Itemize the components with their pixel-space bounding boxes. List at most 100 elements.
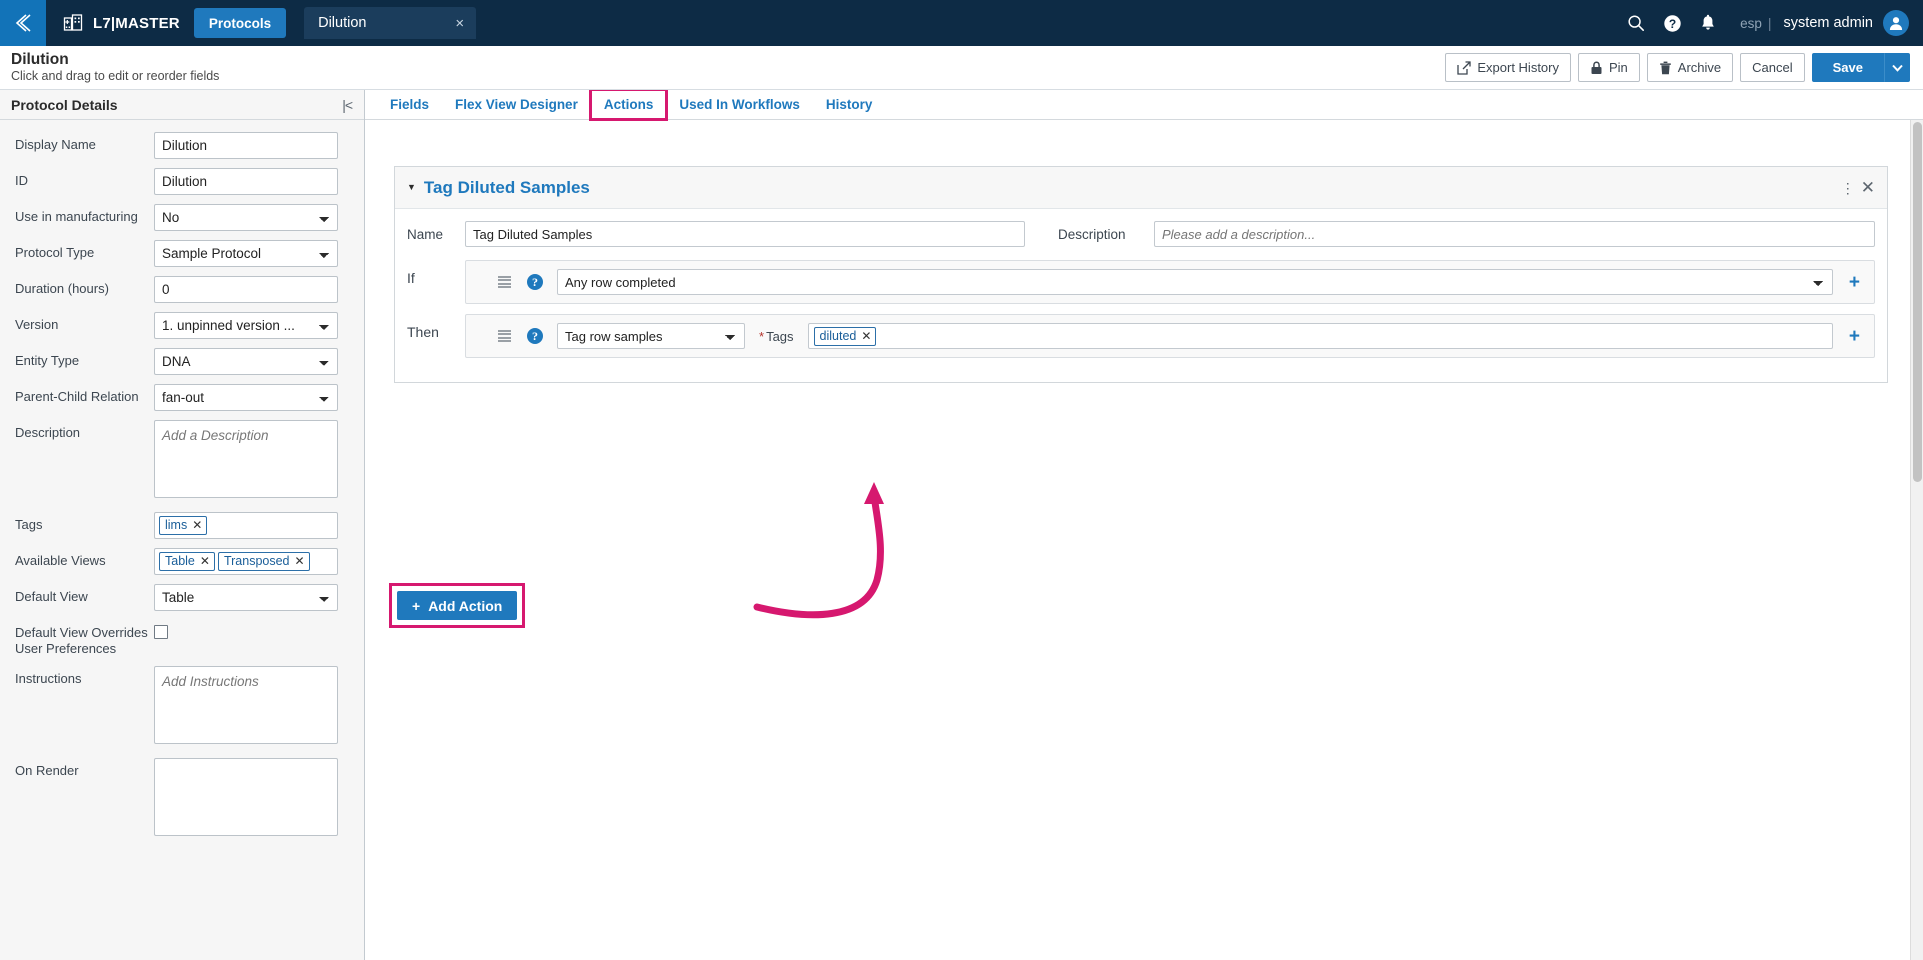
back-button[interactable]: [0, 0, 46, 46]
use-in-manufacturing-select[interactable]: No: [154, 204, 338, 231]
description-textarea[interactable]: [154, 420, 338, 498]
field-label: Display Name: [15, 137, 96, 152]
field-label: Tags: [15, 517, 43, 532]
tab-used-in-workflows[interactable]: Used In Workflows: [666, 90, 813, 119]
brand[interactable]: L7|MASTER: [46, 0, 194, 46]
action-title[interactable]: Tag Diluted Samples: [424, 178, 590, 198]
available-views-input[interactable]: Table ✕ Transposed ✕: [154, 548, 338, 575]
field-parent-child-relation: Parent-Child Relation fan-out: [0, 384, 364, 411]
more-vertical-icon[interactable]: ⋮: [1841, 181, 1855, 195]
tab-fields[interactable]: Fields: [377, 90, 442, 119]
tab-flex-view-designer[interactable]: Flex View Designer: [442, 90, 591, 119]
pin-button[interactable]: Pin: [1578, 53, 1640, 82]
page-header: Dilution Click and drag to edit or reord…: [0, 46, 1923, 90]
tab-actions[interactable]: Actions: [588, 90, 669, 121]
field-label: On Render: [15, 763, 79, 778]
duration-input[interactable]: [154, 276, 338, 303]
field-label: Duration (hours): [15, 281, 109, 296]
help-circle-icon[interactable]: ?: [527, 328, 543, 344]
export-history-button[interactable]: Export History: [1445, 53, 1571, 82]
page-title: Dilution: [11, 51, 69, 69]
action-card-body: Name Description If ? Any row completed: [395, 209, 1887, 382]
close-icon[interactable]: ×: [455, 16, 464, 31]
action-name-row: Name Description: [407, 221, 1875, 247]
view-chip[interactable]: Transposed ✕: [217, 552, 310, 571]
instructions-textarea[interactable]: [154, 666, 338, 744]
archive-button[interactable]: Archive: [1646, 53, 1734, 82]
tags-input[interactable]: lims ✕: [154, 512, 338, 539]
field-protocol-type: Protocol Type Sample Protocol: [0, 240, 364, 267]
building-plus-icon: [62, 12, 84, 34]
protocol-type-select[interactable]: Sample Protocol: [154, 240, 338, 267]
action-card: ▼ Tag Diluted Samples ⋮ ✕ Name Descripti…: [394, 166, 1888, 383]
field-available-views: Available Views Table ✕ Transposed ✕: [0, 548, 364, 575]
help-circle-icon[interactable]: ?: [1654, 0, 1690, 46]
bell-icon[interactable]: [1690, 0, 1726, 46]
sidebar-header: Protocol Details |<: [0, 90, 364, 120]
sidebar-title: Protocol Details: [11, 96, 118, 113]
remove-then-tag-icon[interactable]: ✕: [861, 329, 871, 344]
default-view-select[interactable]: Table: [154, 584, 338, 611]
caret-down-icon[interactable]: ▼: [407, 183, 416, 192]
field-label: Default View: [15, 589, 88, 604]
add-then-action-button[interactable]: +: [1849, 327, 1860, 346]
default-view-overrides-checkbox[interactable]: [154, 625, 168, 639]
view-chip[interactable]: Table ✕: [159, 552, 215, 571]
then-action-select[interactable]: Tag row samples: [557, 323, 745, 349]
help-circle-icon[interactable]: ?: [527, 274, 543, 290]
if-condition-box: ? Any row completed +: [465, 260, 1875, 304]
field-label: ID: [15, 173, 28, 188]
nav-tab-dilution[interactable]: Dilution ×: [304, 7, 477, 39]
plus-icon: +: [412, 597, 421, 614]
then-label: Then: [407, 324, 439, 340]
then-tag-chip[interactable]: diluted ✕: [813, 326, 877, 346]
if-condition-select[interactable]: Any row completed: [557, 269, 1833, 295]
close-icon[interactable]: ✕: [1861, 179, 1875, 196]
save-dropdown-toggle[interactable]: [1884, 53, 1910, 82]
tab-label: Flex View Designer: [455, 97, 578, 112]
drag-handle-icon[interactable]: [498, 275, 511, 289]
page-body: Protocol Details |< Display Name ID Use …: [0, 90, 1923, 960]
avatar[interactable]: [1883, 10, 1909, 36]
remove-view-icon[interactable]: ✕: [200, 554, 210, 569]
protocol-details-sidebar: Protocol Details |< Display Name ID Use …: [0, 90, 365, 960]
remove-tag-icon[interactable]: ✕: [192, 518, 202, 533]
action-description-input[interactable]: [1154, 221, 1875, 247]
add-condition-button[interactable]: +: [1849, 273, 1860, 292]
add-action-button[interactable]: + Add Action: [397, 591, 518, 620]
chevron-down-icon: [1891, 64, 1903, 72]
cancel-button[interactable]: Cancel: [1740, 53, 1805, 82]
field-description: Description: [0, 420, 364, 503]
then-tags-input[interactable]: diluted ✕: [807, 323, 1833, 349]
field-duration-hours: Duration (hours): [0, 276, 364, 303]
on-render-textarea[interactable]: [154, 758, 338, 836]
version-select[interactable]: 1. unpinned version ...: [154, 312, 338, 339]
field-id: ID: [0, 168, 364, 195]
field-instructions: Instructions: [0, 666, 364, 749]
display-name-input[interactable]: [154, 132, 338, 159]
save-button[interactable]: Save: [1811, 53, 1884, 82]
id-input[interactable]: [154, 168, 338, 195]
action-name-label: Name: [407, 226, 444, 242]
tab-history[interactable]: History: [813, 90, 886, 119]
collapse-left-icon[interactable]: |<: [342, 98, 353, 112]
remove-view-icon[interactable]: ✕: [295, 554, 305, 569]
field-default-view: Default View Table: [0, 584, 364, 611]
action-card-header-controls: ⋮ ✕: [1841, 179, 1875, 196]
field-label: Entity Type: [15, 353, 80, 368]
pin-label: Pin: [1609, 60, 1628, 75]
save-split-button: Save: [1811, 53, 1910, 82]
drag-handle-icon[interactable]: [498, 329, 511, 343]
cancel-label: Cancel: [1752, 60, 1793, 75]
entity-type-select[interactable]: DNA: [154, 348, 338, 375]
field-entity-type: Entity Type DNA: [0, 348, 364, 375]
tag-chip[interactable]: lims ✕: [159, 516, 208, 535]
action-name-input[interactable]: [465, 221, 1025, 247]
brand-name: L7|MASTER: [93, 14, 180, 32]
parent-child-relation-select[interactable]: fan-out: [154, 384, 338, 411]
search-icon[interactable]: [1618, 0, 1654, 46]
scrollbar-thumb[interactable]: [1913, 122, 1922, 482]
main-vertical-scrollbar[interactable]: [1910, 120, 1923, 960]
nav-tab-protocols[interactable]: Protocols: [193, 8, 287, 38]
user-name[interactable]: system admin: [1772, 15, 1883, 31]
